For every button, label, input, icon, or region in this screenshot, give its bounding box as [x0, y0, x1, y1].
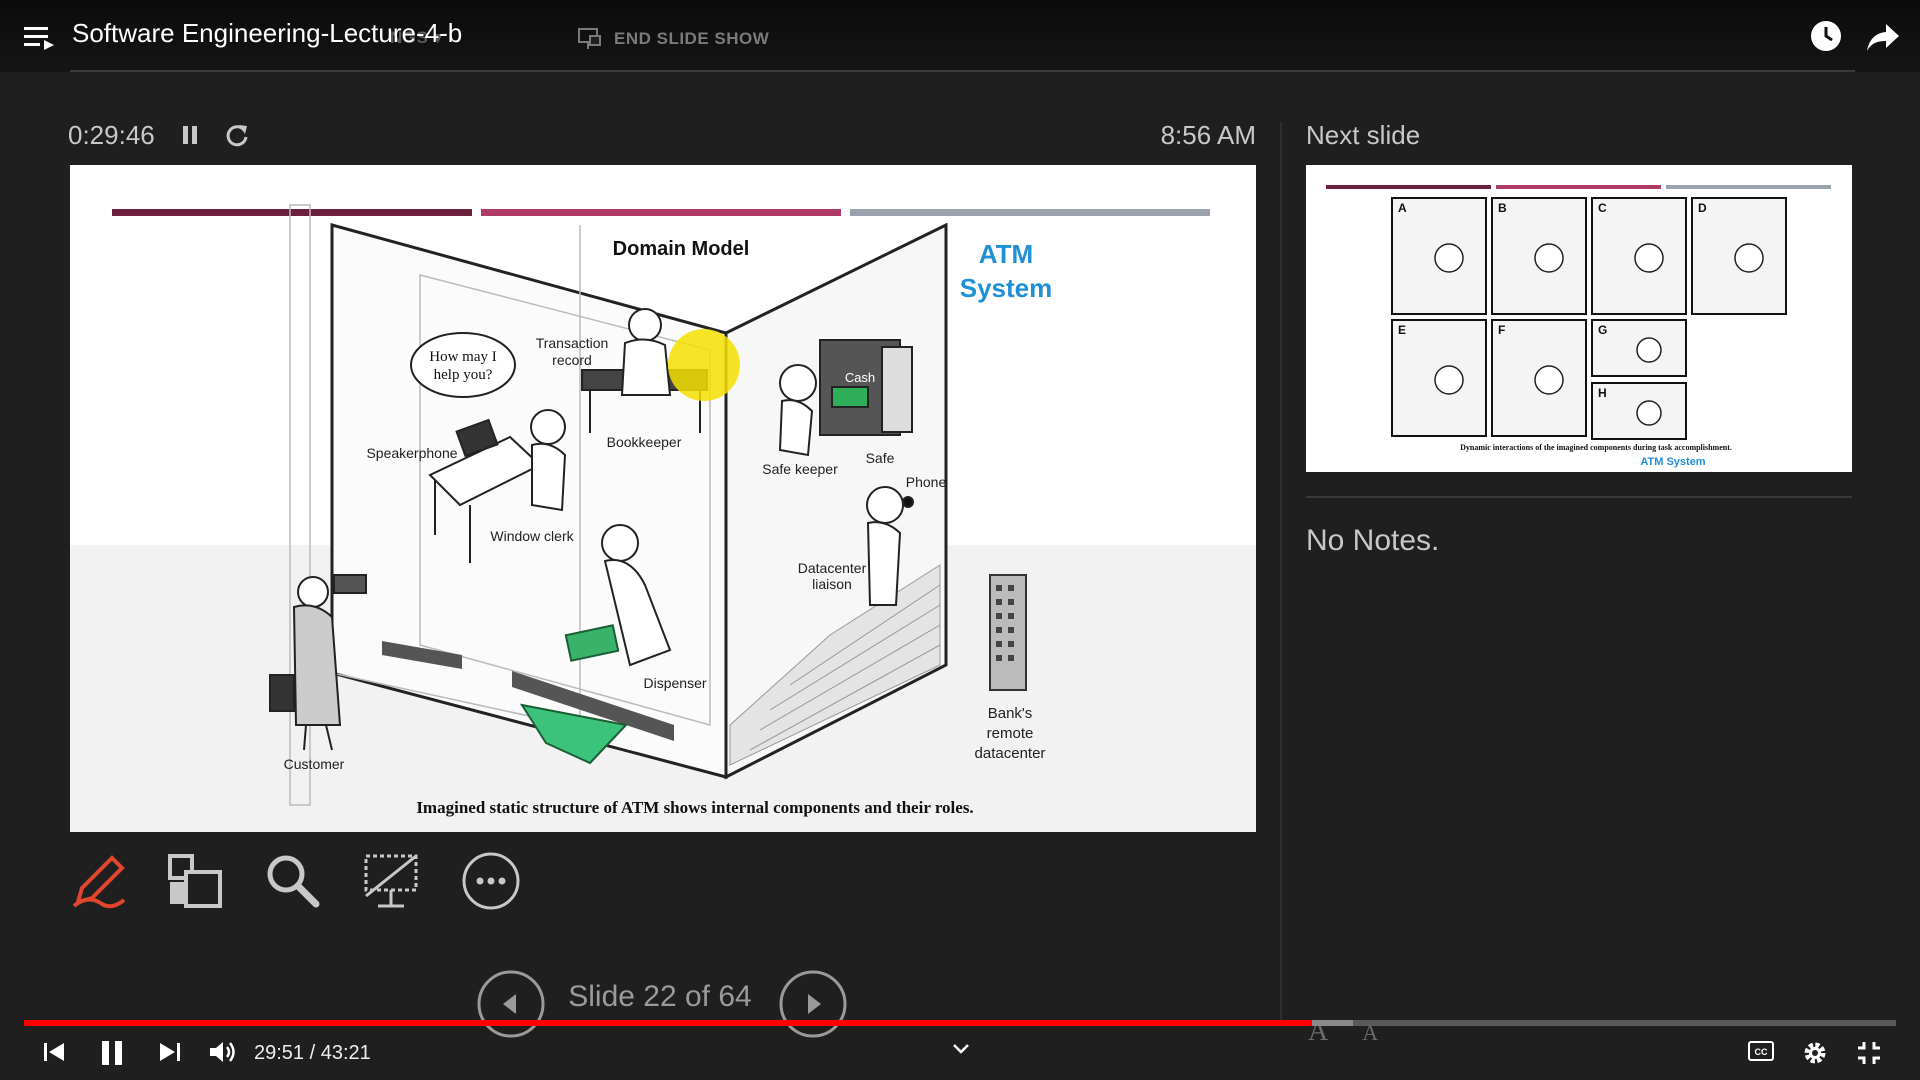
notes-divider	[1306, 496, 1852, 498]
comic-panels: A B C D E F G H	[1391, 197, 1787, 440]
panel-divider	[1280, 122, 1282, 1022]
reset-timer-icon[interactable]	[224, 122, 250, 148]
label-phone: Phone	[906, 474, 947, 490]
next-arrow-icon[interactable]	[778, 969, 848, 1039]
speech-line-2: help you?	[434, 367, 493, 383]
progress-bar[interactable]	[24, 1020, 1312, 1026]
comic-panel-letter: G	[1598, 323, 1607, 337]
slide-bar-3	[850, 209, 1210, 216]
datacenter-liaison-figure	[866, 486, 904, 524]
label-bookkeeper: Bookkeeper	[607, 434, 682, 450]
comic-figure	[1434, 243, 1464, 273]
label-transaction-record-1: Transaction	[536, 335, 609, 351]
customer-figure	[297, 576, 329, 608]
share-icon[interactable]	[1866, 22, 1900, 52]
comic-figure	[1534, 365, 1564, 395]
label-datacenter-2: liaison	[812, 576, 852, 592]
label-bank-3: datacenter	[975, 745, 1046, 762]
slide-title: Domain Model	[613, 238, 750, 260]
elapsed-timer: 0:29:46	[68, 120, 155, 150]
video-title[interactable]: Software Engineering-Lecture-4-b	[72, 18, 462, 49]
comic-figure	[1634, 243, 1664, 273]
end-show-icon	[578, 28, 601, 49]
exit-fullscreen-icon[interactable]	[1856, 1040, 1882, 1066]
highlight-marker	[668, 329, 740, 401]
comic-figure	[1434, 365, 1464, 395]
label-window-clerk: Window clerk	[490, 528, 574, 544]
speech-bubble	[410, 332, 516, 398]
label-safe: Safe	[866, 450, 895, 466]
progress-buffer	[1311, 1020, 1354, 1026]
label-bank-2: remote	[987, 725, 1034, 742]
comic-panel-letter: C	[1598, 201, 1607, 215]
label-safe-keeper: Safe keeper	[762, 461, 838, 477]
bookkeeper-figure	[628, 308, 662, 342]
label-transaction-record-2: record	[552, 352, 592, 368]
zoom-icon[interactable]	[262, 850, 324, 912]
chevron-down-icon[interactable]	[950, 1040, 972, 1058]
comic-panel-letter: B	[1498, 201, 1507, 215]
next-slide-caption: Dynamic interactions of the imagined com…	[1460, 443, 1732, 452]
pen-icon[interactable]	[68, 850, 130, 912]
slide-bar-1	[112, 209, 472, 216]
label-cash: Cash	[845, 370, 875, 385]
label-bank-1: Bank's	[988, 705, 1033, 722]
label-datacenter-1: Datacenter	[798, 560, 867, 576]
skip-next-icon[interactable]	[158, 1040, 182, 1064]
black-screen-icon[interactable]	[360, 850, 422, 912]
comic-panel-letter: F	[1498, 323, 1505, 337]
dispenser-figure	[601, 524, 639, 562]
more-options-icon[interactable]	[460, 850, 522, 912]
skip-back-icon[interactable]	[42, 1040, 66, 1064]
brand-line-2: System	[960, 273, 1053, 303]
brand-line-1: ATM	[979, 239, 1033, 269]
comic-figure	[1636, 337, 1662, 363]
clock-icon[interactable]	[1810, 20, 1842, 52]
briefcase	[269, 674, 295, 712]
comic-panel-letter: H	[1598, 386, 1607, 400]
label-customer: Customer	[284, 756, 345, 772]
captions-icon[interactable]: CC	[1748, 1040, 1774, 1062]
top-divider	[70, 70, 1855, 72]
speaker-notes: No Notes.	[1306, 524, 1440, 557]
settings-gear-icon[interactable]	[1802, 1040, 1828, 1066]
volume-icon[interactable]	[208, 1040, 236, 1064]
end-slide-show-button[interactable]: END SLIDE SHOW	[578, 26, 769, 52]
current-slide[interactable]: Domain Model ATM System How may I help y…	[70, 165, 1256, 832]
next-slide-brand: ATM System	[1640, 456, 1705, 468]
comic-panel-letter: E	[1398, 323, 1406, 337]
speech-line-1: How may I	[429, 349, 497, 365]
window-clerk-figure	[530, 409, 566, 445]
prev-arrow-icon[interactable]	[476, 969, 546, 1039]
time-display: 29:51 / 43:21	[254, 1042, 371, 1064]
svg-text:CC: CC	[1755, 1047, 1768, 1057]
safe-keeper-figure	[779, 364, 817, 402]
next-slide-thumbnail[interactable]: A B C D E F G H Dynamic interactions of the ima…	[1306, 165, 1852, 472]
next-slide-label: Next slide	[1306, 120, 1421, 150]
comic-figure	[1734, 243, 1764, 273]
pause-icon[interactable]	[100, 1040, 124, 1066]
slides-grid-icon[interactable]	[164, 850, 226, 912]
slide-caption: Imagined static structure of ATM shows i…	[416, 798, 973, 817]
menu-icon[interactable]	[24, 24, 54, 50]
comic-figure	[1534, 243, 1564, 273]
pause-timer-icon[interactable]	[180, 124, 200, 146]
slide-counter: Slide 22 of 64	[568, 980, 752, 1013]
comic-figure	[1636, 400, 1662, 426]
label-speakerphone: Speakerphone	[366, 445, 457, 461]
comic-panel-letter: D	[1698, 201, 1707, 215]
label-dispenser: Dispenser	[643, 675, 706, 691]
slide-bar-2	[481, 209, 841, 216]
clock-time: 8:56 AM	[1160, 120, 1256, 150]
comic-panel-letter: A	[1398, 201, 1407, 215]
end-show-label: END SLIDE SHOW	[614, 29, 770, 48]
